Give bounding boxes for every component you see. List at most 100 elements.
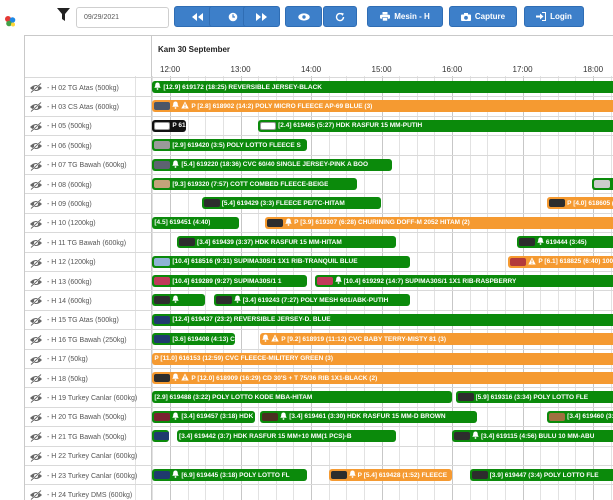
machine-name: - H 19 Turkey Canlar (600kg): [47, 394, 138, 402]
job-bar[interactable]: [3.4] 619442 (3:7) HDK RASFUR 15 MM+10 M…: [177, 430, 396, 443]
machine-row: - H 14 (600kg) [3.4] 619243 (7:27) POLY M…: [25, 290, 613, 309]
eye-slash-icon[interactable]: [29, 451, 43, 462]
color-swatch: [154, 102, 171, 111]
color-swatch: [154, 315, 171, 324]
machine-name: - H 13 (600kg): [47, 278, 92, 286]
job-bar[interactable]: P [5.4] 619428 (1:52) FLEECE: [328, 469, 452, 481]
eye-slash-icon[interactable]: [29, 180, 43, 190]
machine-name: - H 24 Turkey DMS (600kg): [47, 491, 133, 499]
job-bar[interactable]: [10.4] 618516 (9:31) SUPIMA30S/1 1X1 RIB…: [152, 255, 410, 268]
job-label: [3.9] 619447 (3:4) POLY LOTTO FLE: [489, 471, 599, 479]
eye-slash-icon[interactable]: [29, 490, 43, 500]
filter-icon[interactable]: [57, 8, 70, 22]
eye-slash-icon[interactable]: [29, 121, 43, 132]
job-bar[interactable]: 619444 (3:45): [516, 236, 613, 249]
job-label: [2.9] 619420 (3:5) POLY LOTTO FLEECE S: [172, 141, 301, 149]
view-button[interactable]: [285, 6, 322, 27]
job-label: [12.9] 619172 (18:25) REVERSIBLE JERSEY-…: [163, 83, 322, 91]
machine-row: - H 15 TG Atas (500kg) [12.4] 619437 (23:…: [25, 309, 613, 329]
job-bar[interactable]: [12.9] 619172 (18:25) REVERSIBLE JERSEY-…: [152, 81, 613, 93]
job-bar[interactable]: [2.9] 619420 (3:5) POLY LOTTO FLEECE S: [152, 139, 308, 152]
hour-label: 15:00: [371, 65, 392, 74]
job-bar[interactable]: P [12.0] 618909 (16:29) CD 30'S + T 75/3…: [152, 372, 613, 384]
job-bar[interactable]: [3.4] 619461 (3:30) HDK RASFUR 15 MM-D B…: [260, 410, 477, 423]
job-bar[interactable]: [6.9] 619445 (3:18) POLY LOTTO FL: [152, 469, 308, 481]
eye-icon: [297, 12, 310, 21]
bell-icon: [280, 412, 287, 422]
bell-icon: [172, 160, 180, 170]
machine-row: - H 09 (600kg) [5.4] 619429 (3:3) FLEECE …: [25, 193, 613, 212]
job-bar[interactable]: [5.4] 619220 (18:36) CVC 60/40 SINGLE JE…: [152, 158, 393, 171]
eye-slash-icon[interactable]: [29, 393, 43, 404]
job-bar[interactable]: [3.9] 619447 (3:4) POLY LOTTO FLE: [469, 469, 613, 481]
job-bar[interactable]: [3.4] 619439 (3:37) HDK RASFUR 15 MM-HIT…: [177, 236, 396, 249]
capture-button[interactable]: Capture: [449, 6, 517, 27]
printer-button[interactable]: Mesin - H: [367, 6, 443, 27]
job-bar[interactable]: [4.5] 619451 (4:40): [152, 216, 240, 229]
eye-slash-icon[interactable]: [29, 471, 43, 481]
bell-icon: [285, 218, 292, 228]
eye-slash-icon[interactable]: [29, 412, 43, 423]
machine-row: - H 10 (1200kg) [4.5] 619451 (4:40) P [3.9…: [25, 212, 613, 232]
eye-slash-icon[interactable]: [29, 315, 43, 326]
job-bar[interactable]: [2.9] 619488 (3:22) POLY LOTTO KODE MBA-…: [152, 391, 452, 404]
job-bar[interactable]: [3.4] 619457 (3:18) HDK: [152, 410, 255, 423]
eye-slash-icon[interactable]: [29, 102, 43, 113]
job-label: [5.9] 619316 (3:34) POLY LOTTO FLE: [475, 393, 589, 401]
eye-slash-icon[interactable]: [29, 374, 43, 384]
toolbar: Mesin - H Capture Login: [0, 0, 613, 34]
refresh-button[interactable]: [323, 6, 357, 27]
eye-slash-icon[interactable]: [29, 277, 43, 287]
eye-slash-icon[interactable]: [29, 335, 43, 346]
job-label: 619444 (3:45): [545, 238, 587, 246]
job-bar[interactable]: [2.4] 619465 (5:27) HDK RASFUR 15 MM-PUT…: [258, 119, 613, 132]
eye-slash-icon[interactable]: [29, 160, 43, 171]
job-bar[interactable]: P [2.8] 618902 (14:2) POLY MICRO FLEECE …: [152, 100, 613, 113]
job-bar[interactable]: P [6.1] 618825 (6:40) 100%: [508, 255, 613, 268]
job-bar[interactable]: P [3.9] 619307 (6:28) CHURINING DOFF-M 2…: [265, 216, 613, 229]
job-bar[interactable]: P [9.2] 618919 (11:12) CVC BABY TERRY-MI…: [260, 333, 613, 346]
job-bar[interactable]: [152, 430, 169, 443]
job-bar[interactable]: [3.6] 619408 (4:13) C: [152, 333, 235, 346]
job-bar[interactable]: [9.3] 619320 (7:57) COTT COMBED FLEECE-B…: [152, 178, 357, 190]
job-bar[interactable]: P 61: [152, 119, 186, 132]
job-label: [10.4] 619292 (14:7) SUPIMA30S/1 1X1 RIB…: [343, 277, 517, 285]
job-bar[interactable]: P [11.0] 616153 (12:59) CVC FLEECE-MILIT…: [152, 352, 613, 365]
color-swatch: [203, 199, 220, 208]
fast-forward-icon: [256, 12, 267, 21]
job-bar[interactable]: P [4.0] 618605 (3: [547, 197, 613, 210]
machine-name: - H 02 TG Atas (500kg): [47, 84, 119, 92]
job-bar[interactable]: [3.4] 619460 (3:: [547, 410, 613, 423]
job-bar[interactable]: [3.4] 619243 (7:27) POLY MESH 601/ABK-PU…: [213, 294, 410, 307]
eye-slash-icon[interactable]: [29, 354, 43, 365]
job-bar[interactable]: [12.4] 619437 (23:2) REVERSIBLE JERSEY-D…: [152, 313, 613, 326]
warning-icon: [181, 373, 190, 383]
job-bar[interactable]: [10.4] 619289 (9:27) SUPIMA30S/1 1: [152, 275, 308, 287]
job-label: P 61: [172, 122, 186, 130]
eye-slash-icon[interactable]: [29, 296, 43, 307]
machine-row: - H 21 TG Bawah (500kg) [3.4] 619442 (3:7…: [25, 426, 613, 445]
login-button-label: Login: [550, 12, 572, 21]
date-input[interactable]: [76, 7, 169, 28]
job-label: [3.4] 619439 (3:37) HDK RASFUR 15 MM-HIT…: [197, 238, 342, 246]
job-bar[interactable]: [5.4] 619429 (3:3) FLEECE PE/TC-HITAM: [201, 197, 382, 210]
eye-slash-icon[interactable]: [29, 238, 43, 249]
machine-name: - H 17 (50kg): [47, 356, 88, 364]
eye-slash-icon[interactable]: [29, 257, 43, 268]
job-bar[interactable]: [152, 294, 206, 307]
eye-slash-icon[interactable]: [29, 199, 43, 210]
next-button[interactable]: [243, 6, 280, 27]
eye-slash-icon[interactable]: [29, 141, 43, 152]
eye-slash-icon[interactable]: [29, 83, 43, 93]
job-bar[interactable]: [3.4] 619115 (4:56) BULU 10 MM-ABU: [452, 430, 613, 443]
job-bar[interactable]: [5.9] 619316 (3:34) POLY LOTTO FLE: [455, 391, 613, 404]
job-bar[interactable]: [10.4] 619292 (14:7) SUPIMA30S/1 1X1 RIB…: [314, 275, 613, 287]
machine-row: - H 19 Turkey Canlar (600kg) [2.9] 619488…: [25, 387, 613, 406]
machine-label: - H 02 TG Atas (500kg): [29, 81, 119, 95]
eye-slash-icon[interactable]: [29, 218, 43, 229]
job-bar[interactable]: [591, 178, 613, 190]
login-button[interactable]: Login: [524, 6, 584, 27]
eye-slash-icon[interactable]: [29, 432, 43, 443]
job-label: [6.9] 619445 (3:18) POLY LOTTO FL: [181, 471, 290, 479]
job-label: P [6.1] 618825 (6:40) 100%: [538, 258, 613, 266]
